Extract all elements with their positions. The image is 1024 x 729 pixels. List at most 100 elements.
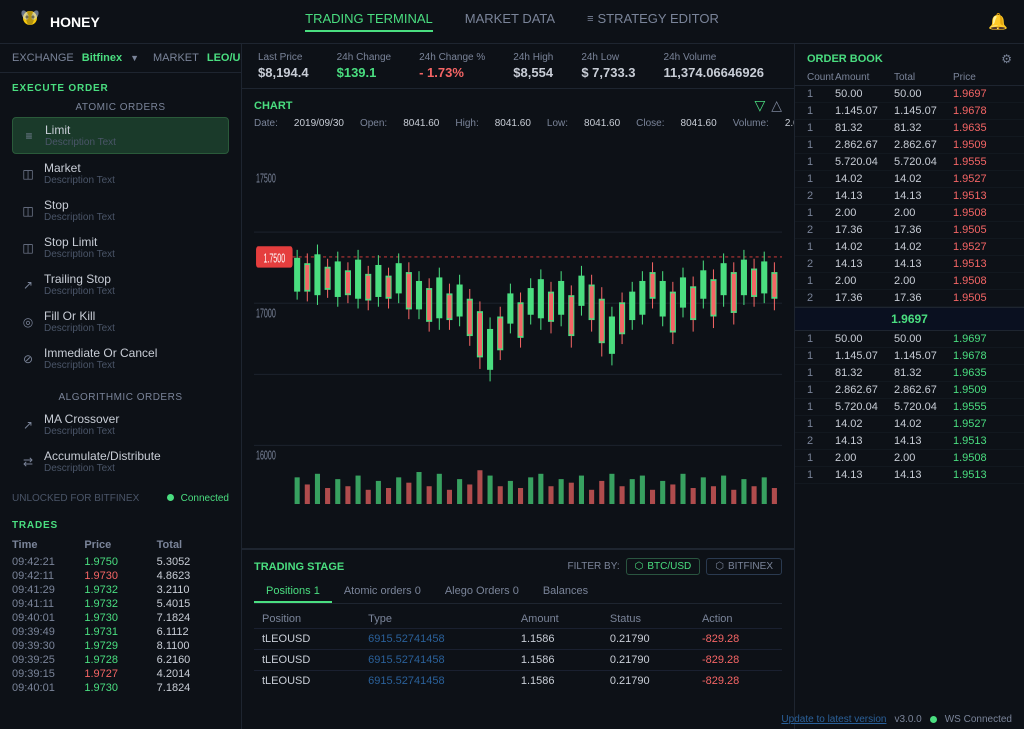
ob-total-s1: 1.145.07: [894, 105, 953, 117]
order-item-stop-limit[interactable]: ◫ Stop Limit Description Text: [12, 230, 229, 265]
ob-price-b0: 1.9697: [953, 333, 1012, 345]
ioc-icon: ⊘: [20, 351, 36, 367]
ob-total-s9: 14.02: [894, 241, 953, 253]
ob-amount-b6: 14.13: [835, 435, 894, 447]
chart-high-label: High:: [455, 118, 478, 157]
exchange-value[interactable]: Bitfinex: [82, 52, 122, 64]
stat-24h-change-pct-value: - 1.73%: [419, 65, 485, 80]
ob-count-s8: 2: [807, 224, 835, 236]
nav-tab-trading[interactable]: TRADING TERMINAL: [305, 11, 433, 32]
trade-time-3: 09:41:11: [12, 598, 84, 610]
pos-status-1: 0.21790: [602, 650, 694, 671]
ob-total-s6: 14.13: [894, 190, 953, 202]
update-link[interactable]: Update to latest version: [781, 714, 886, 725]
ob-count-s10: 2: [807, 258, 835, 270]
pos-amount-1: 1.1586: [513, 650, 602, 671]
trade-row: 09:39:30 1.9729 8.1100: [12, 639, 229, 653]
order-item-fill-or-kill[interactable]: ◎ Fill Or Kill Description Text: [12, 304, 229, 339]
ob-price-b5: 1.9527: [953, 418, 1012, 430]
ob-col-amount: Amount: [835, 72, 894, 83]
nav-tab-market[interactable]: MARKET DATA: [465, 11, 555, 32]
ob-price-s2: 1.9635: [953, 122, 1012, 134]
accumulate-label: Accumulate/Distribute: [44, 449, 161, 463]
ob-buy-row: 1 14.02 14.02 1.9527: [795, 416, 1024, 433]
stop-desc: Description Text: [44, 212, 115, 223]
order-item-ma-crossover[interactable]: ↗ MA Crossover Description Text: [12, 407, 229, 442]
order-item-limit[interactable]: ≡ Limit Description Text: [12, 117, 229, 154]
fill-or-kill-icon: ◎: [20, 314, 36, 330]
order-item-market[interactable]: ◫ Market Description Text: [12, 156, 229, 191]
pos-symbol-1: tLEOUSD: [254, 650, 360, 671]
ob-total-s3: 2.862.67: [894, 139, 953, 151]
ob-count-s9: 1: [807, 241, 835, 253]
order-item-trailing-stop[interactable]: ↗ Trailing Stop Description Text: [12, 267, 229, 302]
ob-sell-row: 2 14.13 14.13 1.9513: [795, 256, 1024, 273]
trailing-stop-icon: ↗: [20, 277, 36, 293]
ob-price-s10: 1.9513: [953, 258, 1012, 270]
trade-row: 09:39:49 1.9731 6.1112: [12, 625, 229, 639]
pos-symbol-2: tLEOUSD: [254, 671, 360, 692]
ob-total-b7: 2.00: [894, 452, 953, 464]
left-sidebar: EXCHANGE Bitfinex ▼ MARKET LEO/USD ▼ EXE…: [0, 44, 242, 729]
ob-amount-b4: 5.720.04: [835, 401, 894, 413]
stat-24h-change-pct-label: 24h Change %: [419, 52, 485, 63]
stat-24h-volume-label: 24h Volume: [664, 52, 765, 63]
stat-last-price-value: $8,194.4: [258, 65, 309, 80]
stage-tab-alego[interactable]: Alego Orders 0: [433, 581, 531, 603]
stage-tab-balances[interactable]: Balances: [531, 581, 600, 603]
ob-price-b2: 1.9635: [953, 367, 1012, 379]
fill-or-kill-desc: Description Text: [44, 323, 115, 334]
order-item-stop[interactable]: ◫ Stop Description Text: [12, 193, 229, 228]
exchange-dropdown-icon[interactable]: ▼: [130, 53, 139, 63]
ob-sell-row: 1 5.720.04 5.720.04 1.9555: [795, 154, 1024, 171]
limit-icon: ≡: [21, 128, 37, 144]
filter-btc-btn[interactable]: ⬡ BTC/USD: [626, 558, 701, 575]
trade-price-8: 1.9727: [84, 668, 156, 680]
ob-total-b4: 5.720.04: [894, 401, 953, 413]
ob-price-b1: 1.9678: [953, 350, 1012, 362]
stop-limit-icon: ◫: [20, 240, 36, 256]
bottom-bar: Update to latest version v3.0.0 WS Conne…: [769, 710, 1024, 729]
ob-amount-s10: 14.13: [835, 258, 894, 270]
col-type: Type: [360, 610, 513, 629]
stage-title: TRADING STAGE: [254, 561, 344, 573]
nav-tab-strategy[interactable]: ≡ STRATEGY EDITOR: [587, 11, 719, 32]
pos-symbol-0: tLEOUSD: [254, 629, 360, 650]
trade-price-7: 1.9728: [84, 654, 156, 666]
version-label: v3.0.0: [894, 714, 921, 725]
ob-total-b2: 81.32: [894, 367, 953, 379]
stage-tab-positions[interactable]: Positions 1: [254, 581, 332, 603]
stat-24h-high-label: 24h High: [513, 52, 553, 63]
trade-time-5: 09:39:49: [12, 626, 84, 638]
trade-row: 09:42:21 1.9750 5.3052: [12, 555, 229, 569]
chart-expand-icon[interactable]: △: [771, 97, 782, 114]
nav-right: 🔔: [848, 12, 1008, 32]
stage-tabs: Positions 1 Atomic orders 0 Alego Orders…: [254, 581, 782, 604]
settings-icon[interactable]: ⚙: [1001, 52, 1012, 66]
exchange-bar: EXCHANGE Bitfinex ▼ MARKET LEO/USD ▼: [0, 44, 241, 73]
stat-24h-low-label: 24h Low: [581, 52, 635, 63]
ob-count-b3: 1: [807, 384, 835, 396]
trade-time-9: 09:40:01: [12, 682, 84, 694]
ob-total-b1: 1.145.07: [894, 350, 953, 362]
stage-tab-atomic[interactable]: Atomic orders 0: [332, 581, 433, 603]
market-value[interactable]: LEO/USD: [207, 52, 242, 64]
pos-action-1: -829.28: [694, 650, 782, 671]
trades-header: Time Price Total: [12, 539, 229, 551]
ob-count-s4: 1: [807, 156, 835, 168]
stop-label: Stop: [44, 198, 115, 212]
stat-last-price-label: Last Price: [258, 52, 309, 63]
order-item-ioc[interactable]: ⊘ Immediate Or Cancel Description Text: [12, 341, 229, 376]
ob-sell-row: 1 14.02 14.02 1.9527: [795, 239, 1024, 256]
connected-label: Connected: [181, 493, 229, 504]
bell-icon[interactable]: 🔔: [988, 12, 1008, 32]
ob-price-s4: 1.9555: [953, 156, 1012, 168]
filter-bitfinex-btn[interactable]: ⬡ BITFINEX: [706, 558, 782, 575]
chart-collapse-icon[interactable]: ▽: [754, 97, 765, 114]
ob-total-s5: 14.02: [894, 173, 953, 185]
trade-total-7: 6.2160: [157, 654, 229, 666]
ob-total-s8: 17.36: [894, 224, 953, 236]
execute-order-title: EXECUTE ORDER: [12, 83, 229, 94]
order-item-accumulate[interactable]: ⇄ Accumulate/Distribute Description Text: [12, 444, 229, 479]
svg-text:16000: 16000: [256, 450, 276, 464]
